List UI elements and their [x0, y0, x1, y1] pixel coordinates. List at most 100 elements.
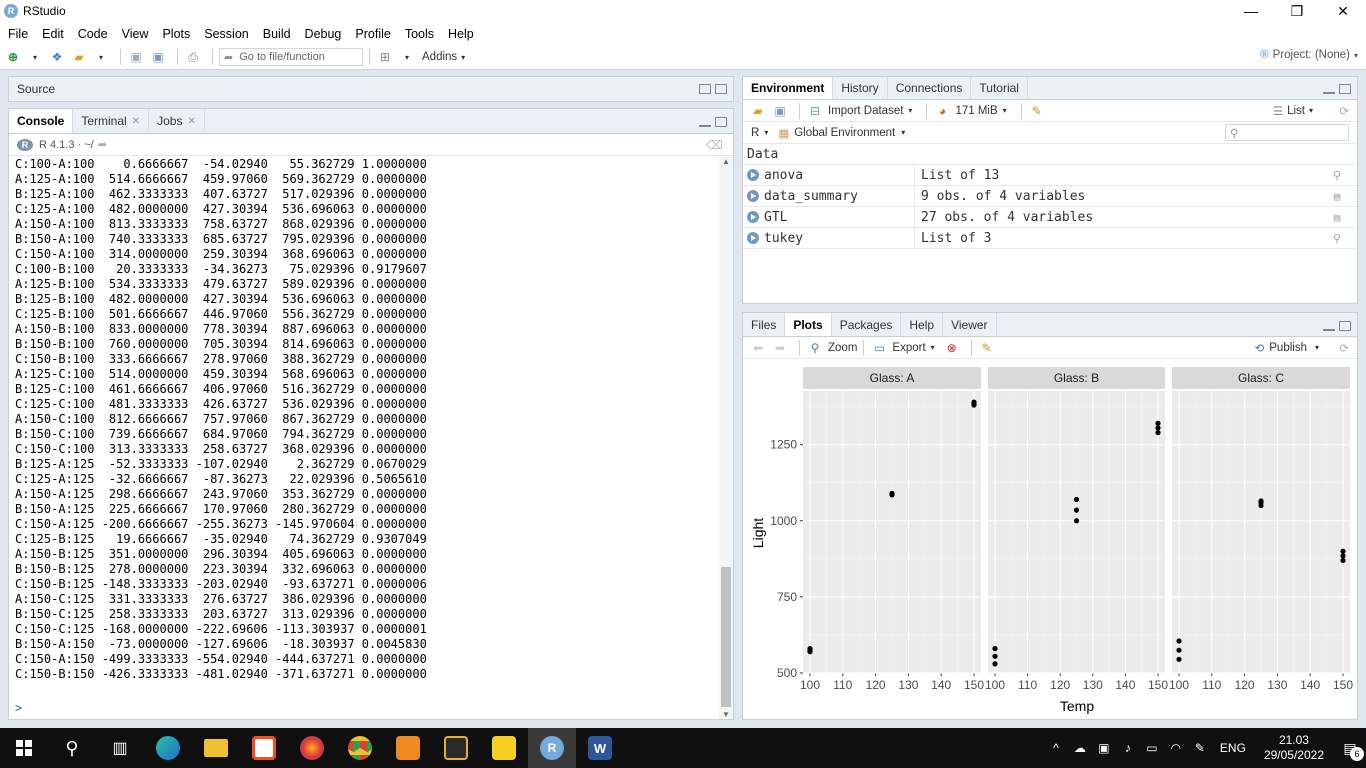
open-file-icon[interactable]: ▰ [70, 48, 88, 66]
plots-maximize-icon[interactable] [1339, 321, 1351, 331]
menu-session[interactable]: Session [204, 27, 248, 41]
restore-button[interactable]: ❐ [1274, 0, 1320, 22]
tab-connections[interactable]: Connections [888, 77, 972, 99]
console-minimize-icon[interactable] [699, 124, 711, 127]
goto-file-input[interactable]: ➦ Go to file/function [219, 48, 363, 66]
load-workspace-icon[interactable]: ▰ [749, 102, 767, 120]
grid-layout-icon[interactable]: ⊞ [376, 48, 394, 66]
import-dropdown-icon[interactable]: ▾ [908, 106, 912, 115]
language-indicator[interactable]: ENG [1220, 741, 1246, 755]
env-row[interactable]: GTL 27 obs. of 4 variables ▤ [743, 207, 1357, 228]
scope-select[interactable]: Global Environment [794, 127, 895, 139]
list-view-select[interactable]: ☰ List ▾ [1273, 104, 1313, 118]
memory-dropdown-icon[interactable]: ▾ [1003, 106, 1007, 115]
zoom-button[interactable]: Zoom [828, 342, 857, 354]
back-arrow-icon[interactable]: ⬅ [749, 339, 767, 357]
menu-tools[interactable]: Tools [405, 27, 434, 41]
env-maximize-icon[interactable] [1339, 84, 1351, 94]
table-view-icon[interactable]: ▤ [1327, 190, 1347, 203]
expand-icon[interactable] [747, 190, 759, 202]
taskbar-rstudio[interactable]: R [528, 728, 576, 768]
export-dropdown-icon[interactable]: ▾ [931, 343, 935, 352]
table-view-icon[interactable]: ▤ [1327, 211, 1347, 224]
export-button[interactable]: Export [892, 342, 925, 354]
search-button[interactable]: ⚲ [48, 728, 96, 768]
console-prompt[interactable]: > [15, 701, 22, 716]
new-file-dropdown-icon[interactable]: ▾ [26, 48, 44, 66]
save-workspace-icon[interactable]: ▣ [771, 102, 789, 120]
taskbar-explorer[interactable] [192, 728, 240, 768]
start-button[interactable] [0, 728, 48, 768]
plots-minimize-icon[interactable] [1323, 328, 1335, 331]
memory-usage[interactable]: 171 MiB [955, 105, 997, 117]
close-button[interactable]: ✕ [1320, 0, 1366, 22]
refresh-icon[interactable]: ⟳ [1339, 104, 1349, 118]
save-all-icon[interactable]: ▣ [149, 48, 167, 66]
battery-icon[interactable]: ▭ [1140, 741, 1164, 755]
import-dataset-icon[interactable]: ⊟ [806, 102, 824, 120]
taskbar-firefox[interactable] [288, 728, 336, 768]
tab-packages[interactable]: Packages [832, 313, 902, 336]
layout-dropdown-icon[interactable]: ▾ [398, 48, 416, 66]
tab-tutorial[interactable]: Tutorial [971, 77, 1028, 99]
volume-icon[interactable]: ♪ [1116, 741, 1140, 755]
tab-plots[interactable]: Plots [785, 313, 832, 336]
language-dropdown-icon[interactable]: ▾ [764, 128, 768, 137]
tab-files[interactable]: Files [743, 313, 786, 336]
tab-console[interactable]: Console [9, 109, 74, 133]
menu-edit[interactable]: Edit [42, 27, 64, 41]
print-icon[interactable]: ⎙ [184, 48, 202, 66]
tab-terminal[interactable]: Terminal ✕ [73, 109, 150, 133]
new-file-icon[interactable]: ⊕ [4, 48, 22, 66]
menu-code[interactable]: Code [78, 27, 108, 41]
menu-help[interactable]: Help [448, 27, 474, 41]
addins-dropdown-icon[interactable]: ▾ [461, 53, 465, 62]
console-output[interactable]: C:100-A:100 0.6666667 -54.02940 55.36272… [9, 157, 719, 719]
console-scroll-thumb[interactable] [721, 567, 731, 707]
expand-icon[interactable] [747, 211, 759, 223]
import-dataset-button[interactable]: Import Dataset [828, 105, 903, 117]
language-select[interactable]: R [751, 127, 759, 139]
expand-icon[interactable] [747, 232, 759, 244]
clear-console-icon[interactable]: ⌫ [706, 138, 723, 152]
pen-tray-icon[interactable]: ✎ [1188, 741, 1212, 755]
taskbar-store[interactable] [240, 728, 288, 768]
console-maximize-icon[interactable] [715, 117, 727, 127]
save-icon[interactable]: ▣ [127, 48, 145, 66]
open-dropdown-icon[interactable]: ▾ [92, 48, 110, 66]
addins-menu[interactable]: Addins [422, 51, 457, 63]
menu-debug[interactable]: Debug [305, 27, 342, 41]
env-search-input[interactable]: ⚲ [1225, 124, 1349, 141]
env-minimize-icon[interactable] [1323, 91, 1335, 94]
env-row[interactable]: data_summary 9 obs. of 4 variables ▤ [743, 186, 1357, 207]
refresh-plot-icon[interactable]: ⟳ [1339, 341, 1349, 355]
menu-file[interactable]: File [8, 27, 28, 41]
close-tab-icon[interactable]: ✕ [132, 116, 140, 127]
source-restore-icon[interactable] [699, 84, 711, 94]
magnifier-icon[interactable]: ⚲ [1327, 232, 1347, 245]
menu-plots[interactable]: Plots [162, 27, 190, 41]
tab-viewer[interactable]: Viewer [943, 313, 997, 336]
console-scrollbar[interactable]: ▲ ▼ [719, 157, 733, 719]
menu-profile[interactable]: Profile [355, 27, 390, 41]
taskbar-app-orange[interactable] [384, 728, 432, 768]
remove-plot-icon[interactable]: ⊗ [943, 339, 961, 357]
new-project-icon[interactable]: ❖ [48, 48, 66, 66]
menu-build[interactable]: Build [263, 27, 291, 41]
taskbar-sticky-notes[interactable] [480, 728, 528, 768]
scroll-up-icon[interactable]: ▲ [719, 157, 733, 166]
env-row[interactable]: tukey List of 3 ⚲ [743, 228, 1357, 249]
goto-directory-icon[interactable]: ➦ [98, 138, 107, 151]
forward-arrow-icon[interactable]: ➡ [771, 339, 789, 357]
taskbar-chrome[interactable] [336, 728, 384, 768]
zoom-icon[interactable]: ⚲ [806, 339, 824, 357]
menu-view[interactable]: View [122, 27, 149, 41]
magnifier-icon[interactable]: ⚲ [1327, 169, 1347, 182]
task-view-button[interactable]: ▥ [96, 728, 144, 768]
broom-icon[interactable]: ✎ [1028, 102, 1046, 120]
publish-menu[interactable]: ⟲ Publish ▾ [1255, 341, 1319, 355]
scroll-down-icon[interactable]: ▼ [719, 710, 733, 719]
expand-icon[interactable] [747, 169, 759, 181]
wifi-icon[interactable]: ◠ [1164, 741, 1188, 755]
broom-icon[interactable]: ✎ [978, 339, 996, 357]
